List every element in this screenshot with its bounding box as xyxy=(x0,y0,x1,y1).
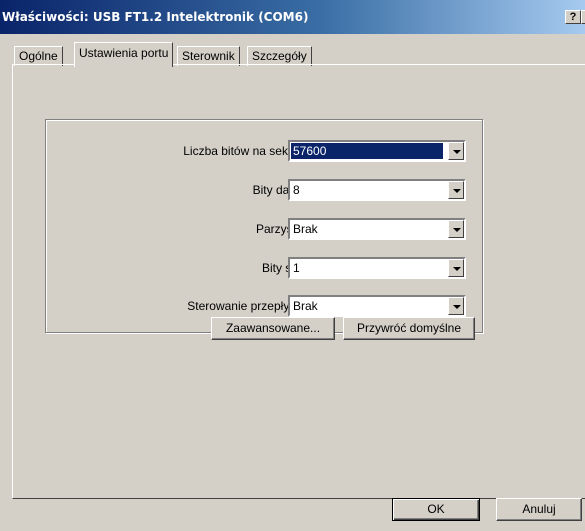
title-bar[interactable]: Właściwości: USB FT1.2 Intelektronik (CO… xyxy=(0,0,585,34)
port-settings-group: Liczba bitów na sekundę: 57600 Bity dany… xyxy=(45,119,483,333)
data-bits-select[interactable]: 8 xyxy=(288,179,466,201)
cancel-button[interactable]: Anuluj xyxy=(496,498,582,521)
properties-dialog: Ogólne Ustawienia portu Sterownik Szczeg… xyxy=(6,34,585,531)
stop-bits-value: 1 xyxy=(293,261,300,275)
close-button[interactable]: × xyxy=(581,10,585,24)
parity-select[interactable]: Brak xyxy=(288,218,466,240)
window-title: Właściwości: USB FT1.2 Intelektronik (CO… xyxy=(2,10,309,24)
stop-bits-select[interactable]: 1 xyxy=(288,257,466,279)
parity-row: Parzystość: Brak xyxy=(46,218,484,240)
restore-defaults-button[interactable]: Przywróć domyślne xyxy=(343,317,475,340)
parity-value: Brak xyxy=(293,222,318,236)
stop-bits-row: Bity stopu: 1 xyxy=(46,257,484,279)
tab-panel-port-settings: Liczba bitów na sekundę: 57600 Bity dany… xyxy=(12,64,585,499)
tab-general[interactable]: Ogólne xyxy=(14,46,63,66)
ok-button[interactable]: OK xyxy=(392,498,480,521)
tab-port-settings[interactable]: Ustawienia portu xyxy=(74,42,174,67)
tab-driver[interactable]: Sterownik xyxy=(177,46,240,66)
flow-control-select[interactable]: Brak xyxy=(288,295,466,317)
advanced-button[interactable]: Zaawansowane... xyxy=(211,317,335,340)
chevron-down-icon[interactable] xyxy=(448,220,464,238)
flow-control-value: Brak xyxy=(293,299,318,313)
chevron-down-icon[interactable] xyxy=(448,181,464,199)
bits-per-second-select[interactable]: 57600 xyxy=(288,140,466,162)
bits-per-second-row: Liczba bitów na sekundę: 57600 xyxy=(46,140,484,162)
chevron-down-icon[interactable] xyxy=(448,259,464,277)
help-button[interactable]: ? xyxy=(565,10,581,24)
data-bits-row: Bity danych: 8 xyxy=(46,179,484,201)
chevron-down-icon[interactable] xyxy=(448,297,464,315)
data-bits-value: 8 xyxy=(293,183,300,197)
bits-per-second-value: 57600 xyxy=(291,143,443,159)
flow-control-row: Sterowanie przepływem: Brak xyxy=(46,295,484,317)
tab-details[interactable]: Szczegóły xyxy=(247,46,312,66)
chevron-down-icon[interactable] xyxy=(448,142,464,160)
